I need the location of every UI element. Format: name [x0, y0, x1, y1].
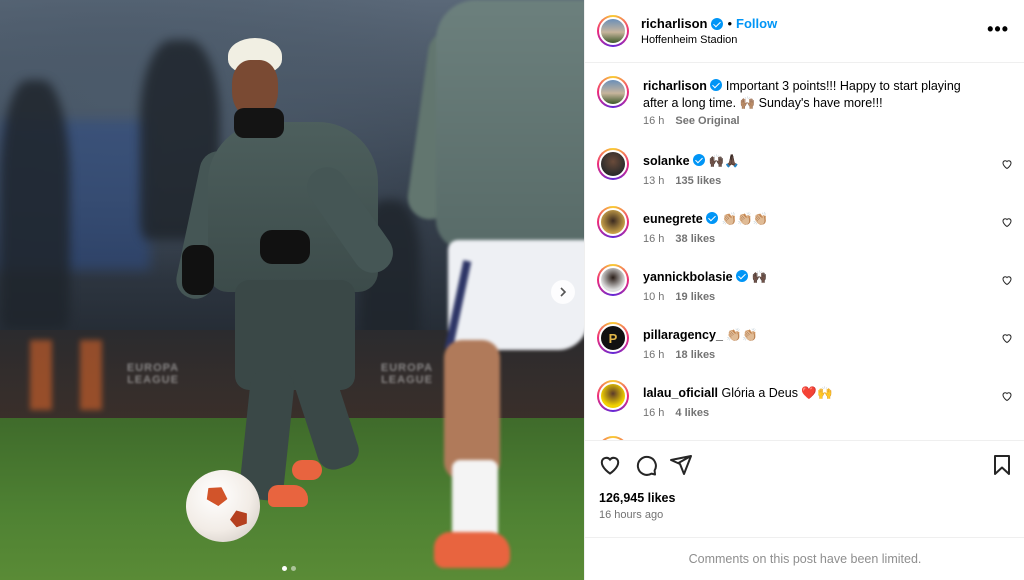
comment-icon[interactable]	[634, 453, 658, 477]
verified-icon	[693, 154, 706, 166]
comment-text-block: yannickbolasie 🙌🏿	[643, 269, 983, 286]
comment-meta: 10 h 19 likes	[643, 291, 715, 303]
comment-likes[interactable]: 4 likes	[675, 407, 709, 419]
caption-meta: 16 h See Original	[643, 115, 740, 127]
separator: •	[727, 16, 733, 31]
comments-limited-notice: Comments on this post have been limited.	[585, 537, 1024, 580]
comment-text-block: solanke 🙌🏿🙏🏿	[643, 153, 983, 170]
carousel-dot-active	[282, 566, 287, 571]
comment-likes[interactable]: 38 likes	[675, 233, 715, 245]
post-header: richarlison • Follow Hoffenheim Stadion …	[585, 0, 1024, 63]
comment-username[interactable]: lalau_oficiall	[643, 386, 718, 400]
comment-text: 👏🏼👏🏼	[726, 328, 758, 342]
comment-time: 13 h	[643, 175, 665, 187]
comment-time: 16 h	[643, 349, 665, 361]
heart-icon[interactable]	[598, 453, 622, 477]
comment-time: 10 h	[643, 291, 665, 303]
comment-text: 🙌🏿	[751, 270, 768, 284]
caption-time: 16 h	[643, 115, 665, 127]
comment-meta: 16 h 4 likes	[643, 407, 709, 419]
author-avatar[interactable]	[597, 76, 629, 108]
comment-avatar[interactable]	[597, 264, 629, 296]
football	[186, 470, 260, 542]
comment-meta: 13 h 135 likes	[643, 175, 721, 187]
post-image[interactable]: EUROPA LEAGUE EUROPA LEAGUE	[0, 0, 584, 580]
comment-meta: 16 h 18 likes	[643, 349, 715, 361]
comment-avatar[interactable]	[597, 380, 629, 412]
comment-username[interactable]: solanke	[643, 154, 690, 168]
caption-username[interactable]: richarlison	[643, 79, 707, 93]
carousel-dots	[282, 566, 296, 571]
comment-likes[interactable]: 18 likes	[675, 349, 715, 361]
comment-likes[interactable]: 19 likes	[675, 291, 715, 303]
background-spectator	[0, 80, 70, 330]
author-avatar[interactable]	[597, 15, 629, 47]
comment-avatar[interactable]: P	[597, 322, 629, 354]
post-panel: richarlison • Follow Hoffenheim Stadion …	[584, 0, 1024, 580]
comment-text: 🙌🏿🙏🏿	[708, 154, 740, 168]
carousel-next-button[interactable]	[551, 280, 575, 304]
avatar-letter: P	[599, 324, 627, 352]
post-time: 16 hours ago	[599, 509, 664, 521]
comment-text-block: eunegrete 👏🏼👏🏼👏🏼	[643, 211, 983, 228]
comment-text: Glória a Deus ❤️🙌	[721, 386, 833, 400]
action-bar: 126,945 likes 16 hours ago	[585, 440, 1024, 536]
board-accent	[80, 340, 102, 410]
verified-icon	[710, 79, 723, 91]
more-options-icon[interactable]: •••	[987, 20, 1009, 38]
player	[172, 30, 410, 530]
bookmark-icon[interactable]	[990, 453, 1014, 477]
heart-icon[interactable]	[1001, 158, 1013, 170]
comment-text: 👏🏼👏🏼👏🏼	[721, 212, 769, 226]
comment-time: 16 h	[643, 233, 665, 245]
comments-list[interactable]: richarlison Important 3 points!!! Happy …	[585, 64, 1024, 440]
heart-icon[interactable]	[1001, 274, 1013, 286]
chevron-right-icon	[560, 287, 567, 297]
comment-likes[interactable]: 135 likes	[675, 175, 721, 187]
verified-icon	[706, 212, 719, 224]
heart-icon[interactable]	[1001, 390, 1013, 402]
author-username[interactable]: richarlison	[641, 16, 707, 31]
author-line: richarlison • Follow	[641, 16, 777, 31]
post-location[interactable]: Hoffenheim Stadion	[641, 34, 737, 46]
board-accent	[30, 340, 52, 410]
verified-icon	[736, 270, 749, 282]
verified-icon	[711, 17, 724, 30]
comment-meta: 16 h 38 likes	[643, 233, 715, 245]
comment-username[interactable]: pillaragency_	[643, 328, 723, 342]
carousel-dot	[291, 566, 296, 571]
heart-icon[interactable]	[1001, 332, 1013, 344]
comment-time: 16 h	[643, 407, 665, 419]
comment-text-block: pillaragency_ 👏🏼👏🏼	[643, 327, 983, 344]
comment-avatar[interactable]	[597, 148, 629, 180]
heart-icon[interactable]	[1001, 216, 1013, 228]
comment-avatar[interactable]	[597, 206, 629, 238]
comment-username[interactable]: yannickbolasie	[643, 270, 733, 284]
caption-text-block: richarlison Important 3 points!!! Happy …	[643, 78, 983, 112]
follow-button[interactable]: Follow	[736, 16, 777, 31]
share-icon[interactable]	[669, 453, 693, 477]
comment-text-block: lalau_oficiall Glória a Deus ❤️🙌	[643, 385, 983, 402]
see-original-link[interactable]: See Original	[675, 115, 739, 127]
comment-username[interactable]: eunegrete	[643, 212, 703, 226]
likes-count[interactable]: 126,945 likes	[599, 491, 675, 505]
